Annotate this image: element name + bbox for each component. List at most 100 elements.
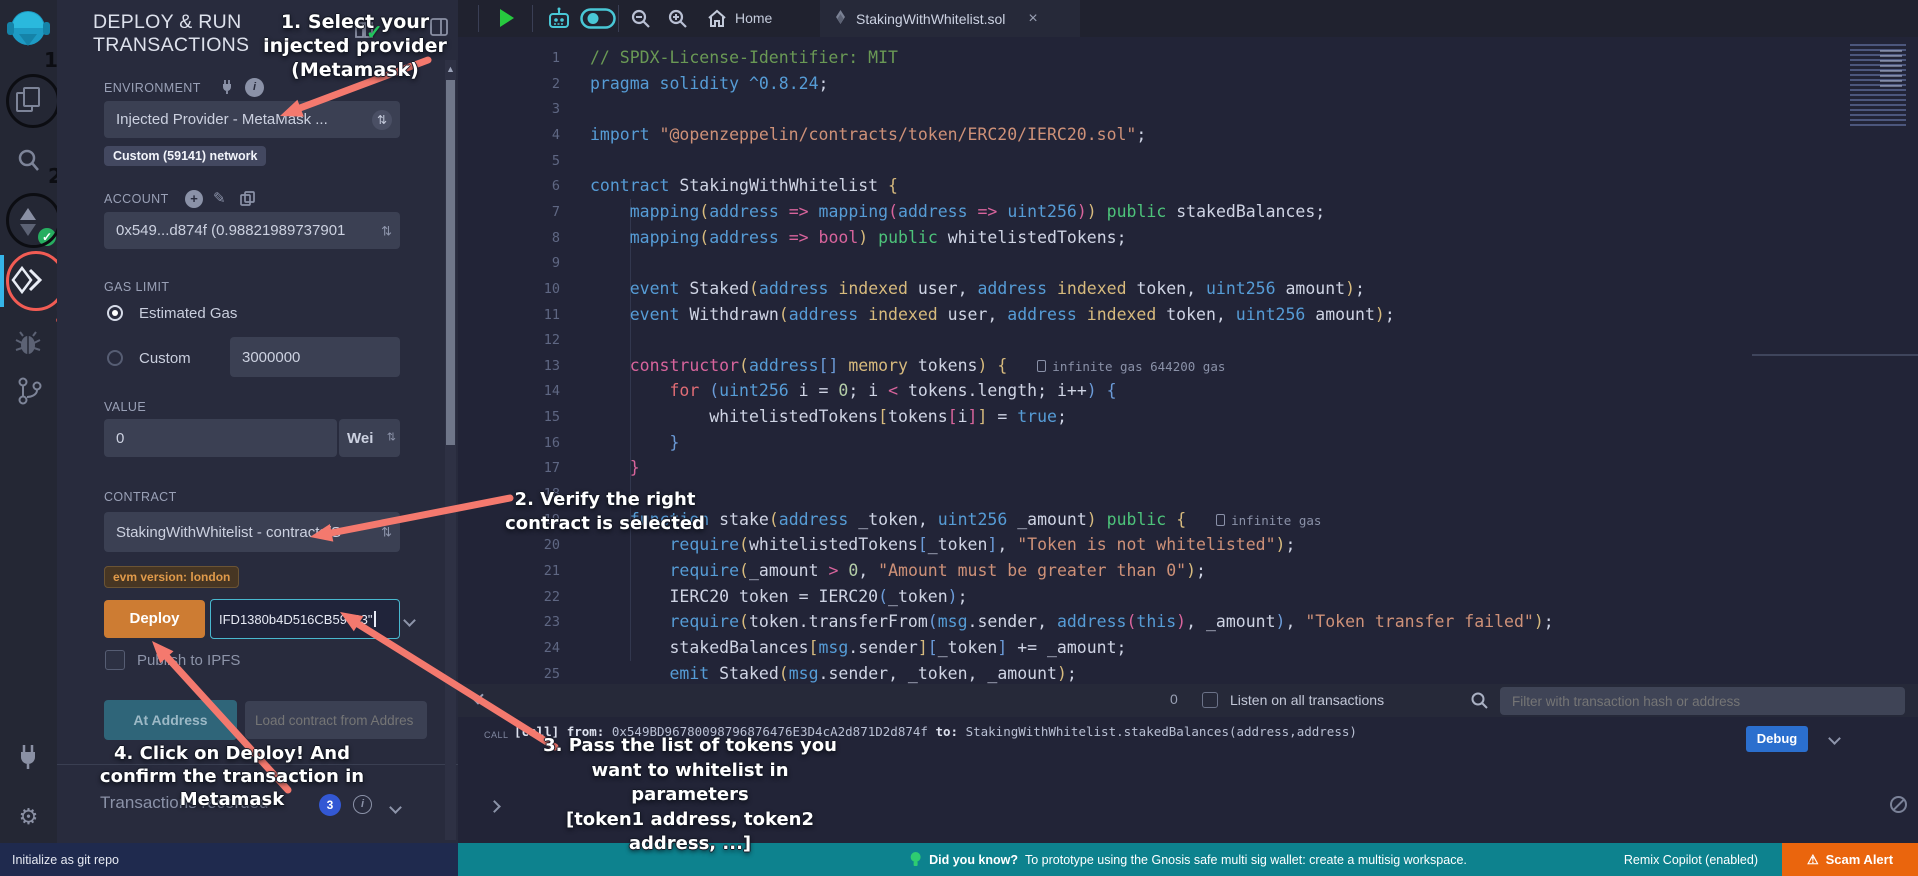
- fuel-pump-icon: [1037, 360, 1046, 372]
- home-icon[interactable]: [706, 8, 728, 29]
- updown-icon: ⇅: [381, 526, 392, 539]
- ai-robot-icon[interactable]: [546, 6, 572, 31]
- warning-icon: ⚠: [1807, 852, 1819, 868]
- environment-label: ENVIRONMENT: [104, 81, 201, 95]
- code-line: 14 for (uint256 i = 0; i < tokens.length…: [458, 378, 1918, 404]
- code-line: 4import "@openzeppelin/contracts/token/E…: [458, 122, 1918, 148]
- code-line: 12: [458, 327, 1918, 353]
- code-line: 24 stakedBalances[msg.sender][_token] +=…: [458, 635, 1918, 661]
- contract-label: CONTRACT: [104, 490, 177, 504]
- code-line: 9: [458, 250, 1918, 276]
- remix-logo-icon[interactable]: [0, 6, 57, 50]
- annotation-note-4: 4. Click on Deploy! Andconfirm the trans…: [92, 742, 372, 811]
- code-line: 10 event Staked(address indexed user, ad…: [458, 276, 1918, 302]
- line-number: 8: [458, 225, 560, 251]
- evm-version-badge: evm version: london: [104, 566, 239, 588]
- filter-transactions-input[interactable]: [1500, 687, 1905, 715]
- code-line: 1// SPDX-License-Identifier: MIT: [458, 45, 1918, 71]
- zoom-out-icon[interactable]: [630, 8, 652, 30]
- close-tab-icon[interactable]: ×: [1028, 10, 1037, 28]
- terminal-search-icon[interactable]: [1470, 691, 1489, 710]
- code-line: 21 require(_amount > 0, "Amount must be …: [458, 558, 1918, 584]
- clear-console-icon[interactable]: [1890, 796, 1907, 813]
- deploy-run-panel: DEPLOY & RUNTRANSACTIONS ENVIRONMENT i I…: [57, 0, 458, 843]
- solidity-file-icon: [834, 10, 847, 27]
- plugin-manager-icon[interactable]: [0, 742, 57, 770]
- transaction-count: 0: [1170, 691, 1178, 707]
- account-label: ACCOUNT: [104, 192, 169, 206]
- ai-toggle-icon[interactable]: [580, 8, 616, 29]
- copilot-status[interactable]: Remix Copilot (enabled): [1624, 843, 1758, 876]
- line-number: 24: [458, 635, 560, 661]
- line-number: 5: [458, 148, 560, 174]
- code-line: 20 require(whitelistedTokens[_token], "T…: [458, 532, 1918, 558]
- transactions-expand-chevron-icon[interactable]: [391, 799, 400, 817]
- add-account-icon[interactable]: +: [185, 190, 203, 208]
- contract-select[interactable]: StakingWithWhitelist - contracts/S ⇅: [104, 512, 400, 552]
- minimap[interactable]: [1850, 44, 1906, 126]
- copy-account-icon[interactable]: [239, 190, 256, 207]
- expand-params-chevron-icon[interactable]: [405, 612, 414, 630]
- line-number: 15: [458, 404, 560, 430]
- network-badge: Custom (59141) network: [104, 146, 266, 166]
- code-line: 6contract StakingWithWhitelist {: [458, 173, 1918, 199]
- line-number: 13: [458, 353, 560, 379]
- line-number: 20: [458, 532, 560, 558]
- value-unit-select[interactable]: Wei ⇅: [339, 419, 400, 457]
- panel-scrollbar[interactable]: ▲: [445, 60, 456, 840]
- expand-terminal-icon[interactable]: [474, 691, 482, 703]
- line-number: 1: [458, 45, 560, 71]
- updown-icon: ⇅: [372, 110, 392, 130]
- git-init-statusbar-item[interactable]: Initialize as git repo: [0, 843, 458, 876]
- updown-icon: ⇅: [381, 224, 392, 237]
- value-input[interactable]: 0: [104, 419, 337, 457]
- line-number: 12: [458, 327, 560, 353]
- at-address-button[interactable]: At Address: [104, 700, 237, 740]
- terminal-toolbar: 0 Listen on all transactions: [458, 684, 1918, 717]
- did-you-know-tip: Did you know? To prototype using the Gno…: [909, 843, 1467, 876]
- estimated-gas-radio[interactable]: [107, 305, 123, 321]
- annotation-number-1: 1: [44, 48, 58, 72]
- green-check-annotation: ✓: [366, 20, 383, 45]
- edit-account-icon[interactable]: ✎: [213, 189, 226, 207]
- code-line: 8 mapping(address => bool) public whitel…: [458, 225, 1918, 251]
- tab-label: StakingWithWhitelist.sol: [856, 11, 1005, 27]
- zoom-in-icon[interactable]: [667, 8, 689, 30]
- line-number: 22: [458, 584, 560, 610]
- settings-gear-icon[interactable]: ⚙: [0, 804, 57, 830]
- line-number: 10: [458, 276, 560, 302]
- gas-estimate-widget: infinite gas 644200 gas: [1037, 354, 1225, 380]
- deploy-button[interactable]: Deploy: [104, 600, 205, 638]
- gas-limit-label: GAS LIMIT: [104, 280, 169, 294]
- estimated-gas-label: Estimated Gas: [139, 305, 237, 322]
- debugger-icon[interactable]: [0, 330, 57, 358]
- account-select[interactable]: 0x549...d874f (0.98821989737901 ⇅: [104, 212, 400, 249]
- code-line: 2pragma solidity ^0.8.24;: [458, 71, 1918, 97]
- at-address-input[interactable]: [245, 701, 427, 739]
- lightbulb-icon: [909, 851, 922, 868]
- icon-rail: ✓ ⚙ 1 2 3: [0, 0, 57, 843]
- tab-staking-with-whitelist[interactable]: StakingWithWhitelist.sol ×: [820, 0, 1080, 37]
- expand-log-chevron-icon[interactable]: [1830, 730, 1839, 748]
- listen-all-transactions-checkbox[interactable]: [1202, 692, 1218, 708]
- home-tab-label[interactable]: Home: [735, 10, 772, 26]
- annotation-note-1: 1. Select yourinjected provider(Metamask…: [245, 10, 465, 82]
- debug-button[interactable]: Debug: [1746, 726, 1808, 752]
- scrollbar-thumb[interactable]: [446, 80, 455, 445]
- custom-gas-radio[interactable]: [107, 350, 123, 366]
- line-number: 25: [458, 661, 560, 684]
- constructor-params-input[interactable]: IFD1380b4D516CB59c93": [210, 599, 400, 639]
- environment-select[interactable]: Injected Provider - MetaMask ... ⇅: [104, 101, 400, 138]
- gas-estimate-widget: infinite gas: [1216, 508, 1321, 534]
- line-number: 3: [458, 96, 560, 122]
- plug-icon[interactable]: [219, 78, 235, 94]
- publish-ipfs-checkbox[interactable]: [105, 650, 125, 670]
- custom-gas-input[interactable]: 3000000: [230, 337, 400, 377]
- run-script-play-icon[interactable]: [500, 9, 514, 27]
- code-line: 3: [458, 96, 1918, 122]
- git-icon[interactable]: [0, 376, 57, 406]
- scam-alert-button[interactable]: ⚠ Scam Alert: [1782, 843, 1918, 876]
- code-line: 23 require(token.transferFrom(msg.sender…: [458, 609, 1918, 635]
- code-editor[interactable]: 1// SPDX-License-Identifier: MIT2pragma …: [458, 37, 1918, 684]
- annotation-circle-2: [6, 193, 61, 248]
